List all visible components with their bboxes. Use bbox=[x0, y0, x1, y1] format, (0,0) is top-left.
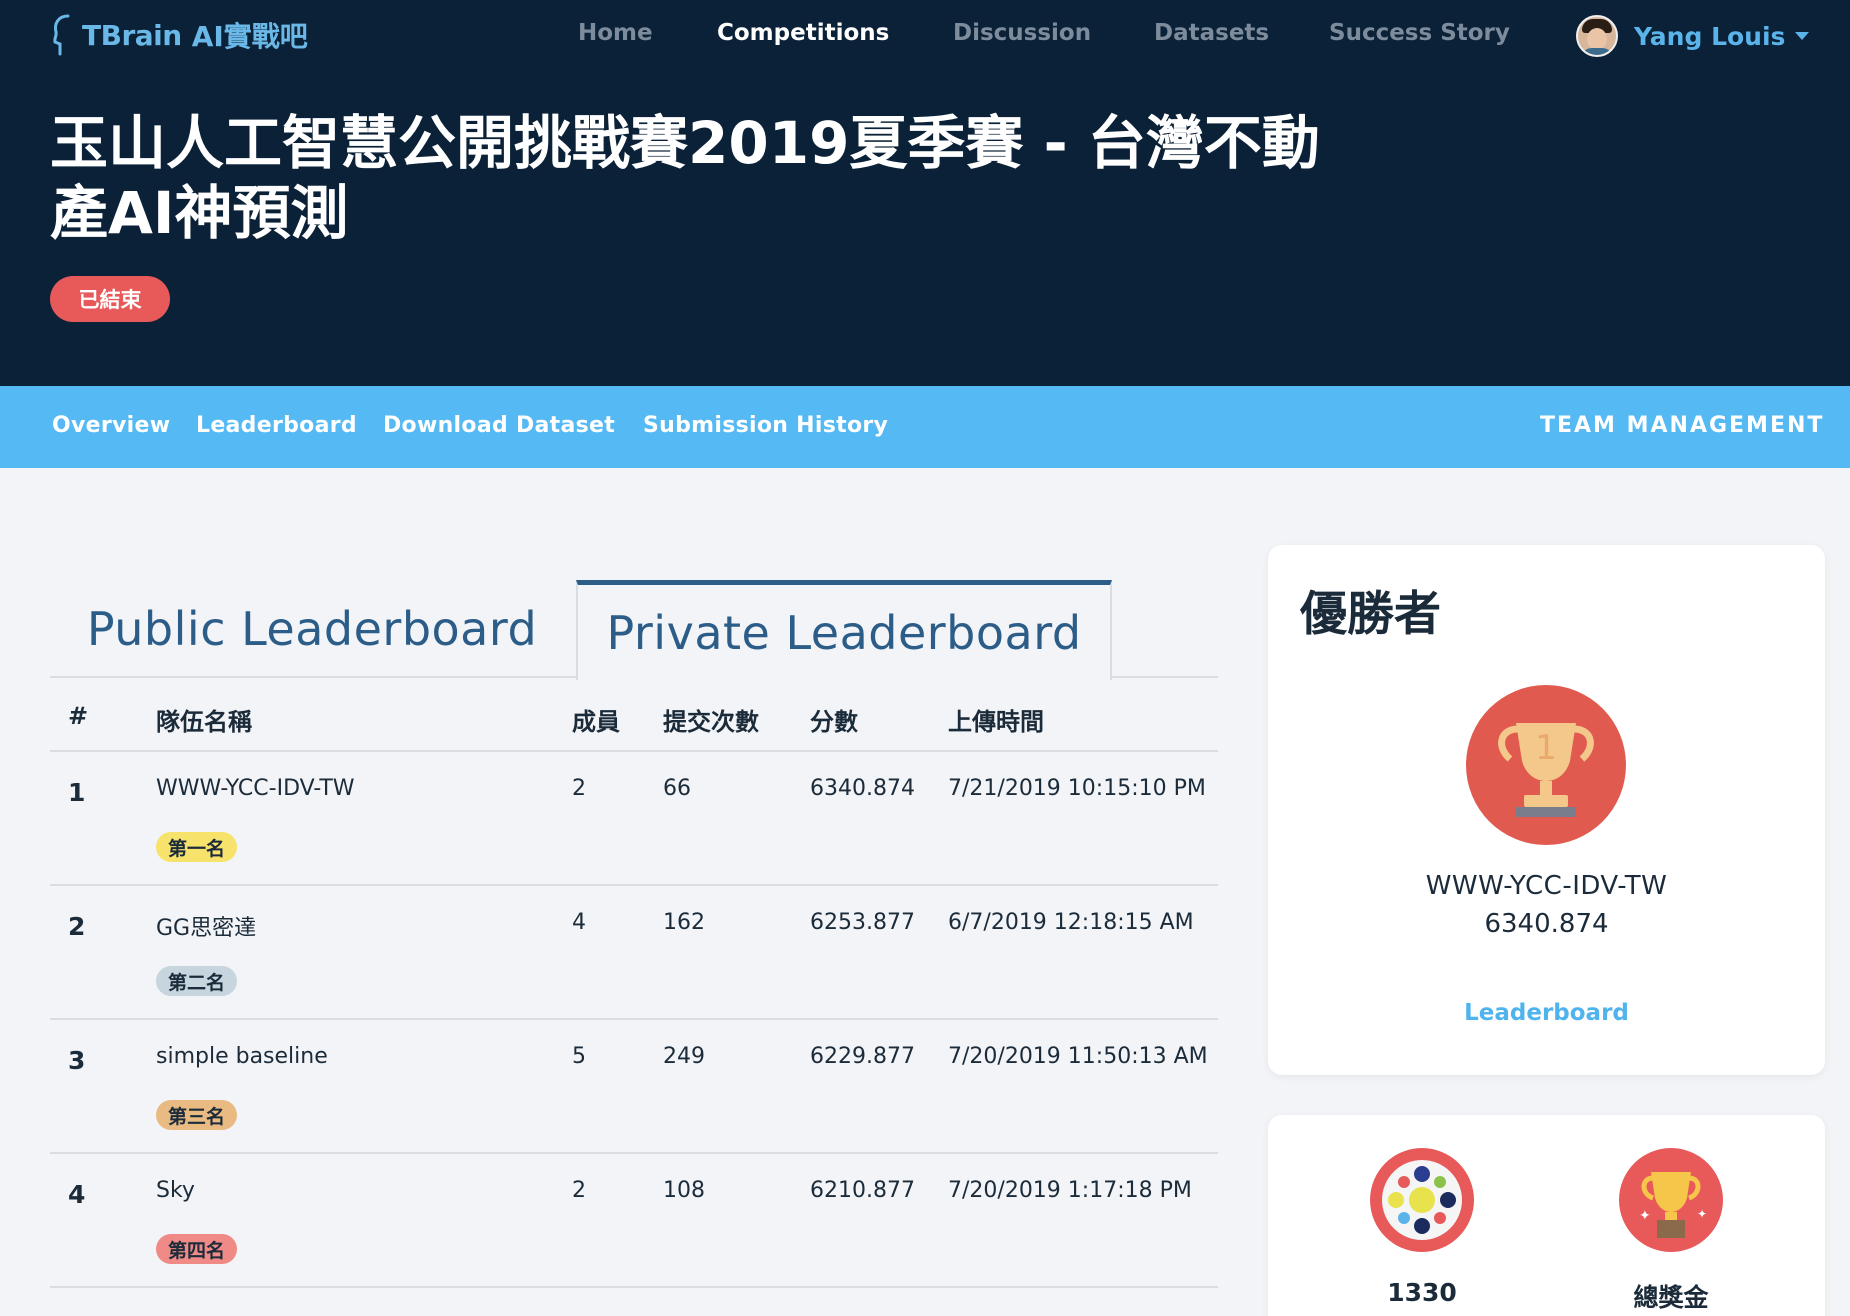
status-badge: 已結束 bbox=[50, 276, 170, 322]
team-name-cell[interactable]: simple baseline bbox=[156, 1044, 328, 1069]
team-name-cell[interactable]: GG思密達 bbox=[156, 910, 256, 942]
participants-icon bbox=[1370, 1148, 1474, 1252]
score-cell: 6340.874 bbox=[810, 776, 915, 801]
score-cell: 6229.877 bbox=[810, 1044, 915, 1069]
column-rank: # bbox=[68, 702, 89, 730]
rank-cell: 4 bbox=[68, 1180, 86, 1209]
brain-head-icon bbox=[53, 14, 70, 56]
nav-datasets[interactable]: Datasets bbox=[1154, 20, 1269, 46]
second-place-badge: 第二名 bbox=[156, 966, 238, 996]
upload-time-cell: 7/20/2019 11:50:13 AM bbox=[948, 1044, 1208, 1069]
fourth-place-badge: 第四名 bbox=[156, 1234, 238, 1264]
submissions-cell: 162 bbox=[663, 910, 705, 935]
leaderboard-header: # 隊伍名稱 成員 提交次數 分數 上傳時間 bbox=[50, 680, 1218, 752]
third-place-badge: 第三名 bbox=[156, 1100, 238, 1130]
team-management-link[interactable]: TEAM MANAGEMENT bbox=[1540, 413, 1824, 438]
subnav-submission-history[interactable]: Submission History bbox=[643, 413, 888, 438]
rank-cell: 2 bbox=[68, 912, 86, 941]
nav-home[interactable]: Home bbox=[578, 20, 653, 46]
tab-public-leaderboard[interactable]: Public Leaderboard bbox=[50, 580, 574, 678]
participants-count: 1330 bbox=[1387, 1278, 1457, 1307]
subnav-download-dataset[interactable]: Download Dataset bbox=[383, 413, 615, 438]
upload-time-cell: 7/20/2019 1:17:18 PM bbox=[948, 1178, 1192, 1203]
submissions-cell: 66 bbox=[663, 776, 691, 801]
subnav-overview[interactable]: Overview bbox=[52, 413, 170, 438]
members-cell: 4 bbox=[572, 910, 586, 935]
svg-text:✦: ✦ bbox=[1697, 1207, 1707, 1221]
prize-trophy-icon: ✦ ✦ bbox=[1619, 1148, 1723, 1252]
score-cell: 6253.877 bbox=[810, 910, 915, 935]
column-members: 成員 bbox=[572, 708, 620, 736]
leaderboard-tabs: Public Leaderboard Private Leaderboard bbox=[50, 580, 1218, 680]
winner-team-name: WWW-YCC-IDV-TW bbox=[1425, 871, 1668, 901]
team-name-cell[interactable]: WWW-YCC-IDV-TW bbox=[156, 776, 355, 801]
members-cell: 2 bbox=[572, 776, 586, 801]
nav-discussion[interactable]: Discussion bbox=[953, 20, 1091, 46]
competition-subnav: Overview Leaderboard Download Dataset Su… bbox=[0, 386, 1850, 468]
top-navbar: TBrain AI實戰吧 Home Competitions Discussio… bbox=[0, 0, 1850, 72]
table-row: 2 GG思密達 4 162 6253.877 6/7/2019 12:18:15… bbox=[50, 886, 1218, 1020]
total-prize-label: 總獎金 bbox=[1633, 1283, 1709, 1312]
winner-score: 6340.874 bbox=[1484, 909, 1609, 939]
winner-card: 優勝者 1 WWW-YCC-IDV-TW 6340.874 Leaderboar… bbox=[1268, 545, 1825, 1075]
nav-success-story[interactable]: Success Story bbox=[1329, 20, 1510, 46]
team-name-cell[interactable]: Sky bbox=[156, 1178, 195, 1203]
upload-time-cell: 7/21/2019 10:15:10 PM bbox=[948, 776, 1206, 801]
table-row: 4 Sky 2 108 6210.877 7/20/2019 1:17:18 P… bbox=[50, 1154, 1218, 1288]
column-team-name: 隊伍名稱 bbox=[156, 708, 252, 736]
logo-ai-text: AI實戰吧 bbox=[191, 20, 308, 53]
subnav-leaderboard[interactable]: Leaderboard bbox=[196, 413, 357, 438]
stats-card: 1330 ✦ ✦ 總獎金 bbox=[1268, 1115, 1825, 1316]
column-score: 分數 bbox=[810, 708, 858, 736]
svg-text:✦: ✦ bbox=[1639, 1208, 1651, 1224]
competition-hero: 玉山人工智慧公開挑戰賽2019夏季賽 - 台灣不動產AI神預測 已結束 bbox=[0, 72, 1850, 386]
logo-text: TBrain bbox=[82, 18, 182, 52]
competition-title: 玉山人工智慧公開挑戰賽2019夏季賽 - 台灣不動產AI神預測 bbox=[50, 109, 1320, 247]
submissions-cell: 108 bbox=[663, 1178, 705, 1203]
rank-cell: 3 bbox=[68, 1046, 86, 1075]
column-submissions: 提交次數 bbox=[663, 708, 759, 736]
leaderboard-table: 1 WWW-YCC-IDV-TW 2 66 6340.874 7/21/2019… bbox=[50, 752, 1218, 1288]
user-menu[interactable]: Yang Louis bbox=[1576, 14, 1810, 58]
table-row: 3 simple baseline 5 249 6229.877 7/20/20… bbox=[50, 1020, 1218, 1154]
avatar bbox=[1576, 15, 1618, 57]
caret-down-icon bbox=[1795, 32, 1810, 40]
rank-cell: 1 bbox=[68, 778, 86, 807]
column-upload-time: 上傳時間 bbox=[948, 708, 1044, 736]
tab-private-leaderboard[interactable]: Private Leaderboard bbox=[576, 580, 1112, 680]
trophy-icon: 1 bbox=[1466, 685, 1626, 845]
score-cell: 6210.877 bbox=[810, 1178, 915, 1203]
members-cell: 2 bbox=[572, 1178, 586, 1203]
table-row: 1 WWW-YCC-IDV-TW 2 66 6340.874 7/21/2019… bbox=[50, 752, 1218, 886]
winner-leaderboard-link[interactable]: Leaderboard bbox=[1268, 1000, 1825, 1026]
nav-competitions[interactable]: Competitions bbox=[717, 20, 889, 46]
first-place-badge: 第一名 bbox=[156, 832, 238, 862]
svg-text:1: 1 bbox=[1535, 728, 1557, 768]
upload-time-cell: 6/7/2019 12:18:15 AM bbox=[948, 910, 1194, 935]
submissions-cell: 249 bbox=[663, 1044, 705, 1069]
tbrain-logo[interactable]: TBrain AI實戰吧 bbox=[52, 12, 308, 58]
members-cell: 5 bbox=[572, 1044, 586, 1069]
winner-heading: 優勝者 bbox=[1300, 587, 1441, 642]
user-name: Yang Louis bbox=[1634, 21, 1786, 51]
